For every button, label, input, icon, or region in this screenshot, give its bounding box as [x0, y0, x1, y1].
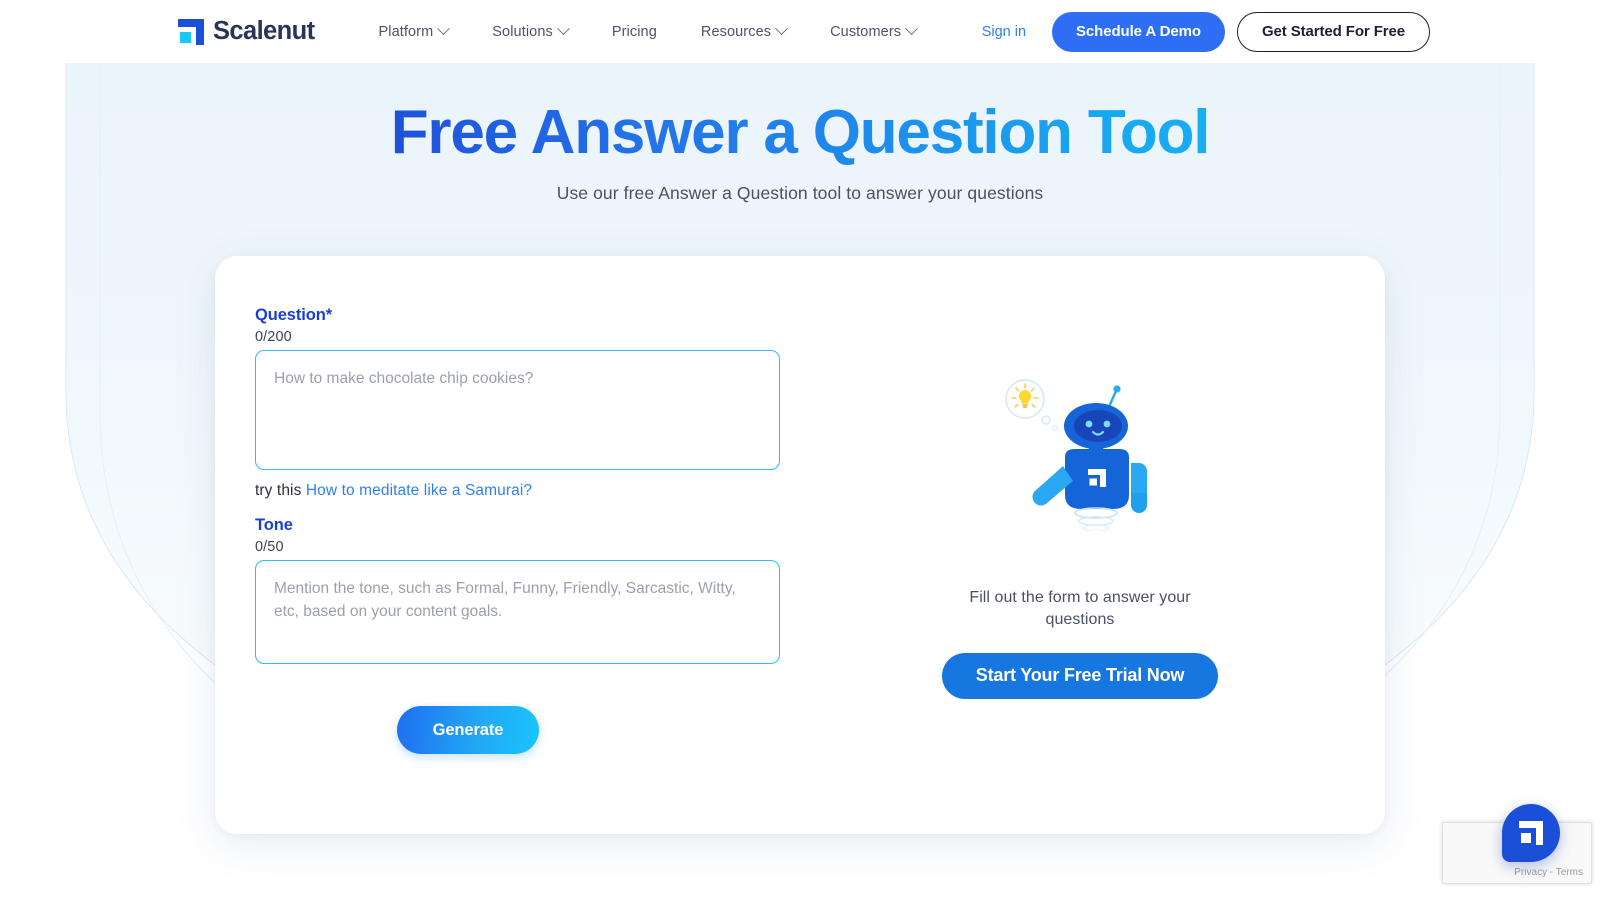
question-counter: 0/200: [255, 329, 292, 345]
nav-item-pricing[interactable]: Pricing: [590, 24, 679, 40]
top-navbar: Scalenut Platform Solutions Pricing Reso…: [0, 0, 1600, 63]
page-root: Scalenut Platform Solutions Pricing Reso…: [0, 0, 1600, 900]
tone-label: Tone: [255, 516, 293, 534]
nav-item-label: Customers: [830, 23, 902, 40]
chat-launcher-icon: [1519, 821, 1543, 845]
chevron-down-icon: [905, 22, 918, 36]
question-field-group: Question* 0/200: [255, 306, 780, 470]
page-title: Free Answer a Question Tool: [0, 99, 1600, 167]
nav-item-customers[interactable]: Customers: [808, 22, 938, 40]
tone-input[interactable]: [255, 560, 780, 664]
try-this-example-link[interactable]: How to meditate like a Samurai?: [306, 482, 532, 499]
nav-item-solutions[interactable]: Solutions: [470, 22, 590, 40]
nav-item-label: Platform: [378, 23, 434, 40]
sign-in-link[interactable]: Sign in: [956, 24, 1052, 40]
form-column: Question* 0/200 try this How to meditate…: [215, 256, 780, 834]
nav-actions: Sign in Schedule A Demo Get Started For …: [956, 11, 1430, 52]
chevron-down-icon: [437, 22, 451, 36]
get-started-button[interactable]: Get Started For Free: [1236, 11, 1430, 52]
schedule-demo-button[interactable]: Schedule A Demo: [1052, 11, 1225, 52]
question-label: Question*: [255, 306, 333, 324]
side-panel: Fill out the form to answer your questio…: [775, 256, 1385, 834]
chevron-down-icon: [556, 22, 570, 36]
nav-links: Platform Solutions Pricing Resources Cus…: [356, 22, 938, 40]
generate-button[interactable]: Generate: [397, 706, 539, 754]
robot-mascot-illustration: [1005, 379, 1147, 532]
tone-field-group: Tone 0/50: [255, 516, 780, 664]
tool-form-card: Question* 0/200 try this How to meditate…: [215, 256, 1385, 834]
try-this-prefix: try this: [255, 482, 302, 499]
start-free-trial-button[interactable]: Start Your Free Trial Now: [941, 652, 1219, 699]
page-subtitle: Use our free Answer a Question tool to a…: [556, 182, 1044, 203]
hero-section: Free Answer a Question Tool Use our free…: [0, 99, 1600, 204]
nav-item-label: Solutions: [492, 23, 553, 40]
side-panel-message: Fill out the form to answer your questio…: [969, 589, 1191, 628]
chat-launcher-button[interactable]: [1502, 804, 1560, 862]
nav-item-resources[interactable]: Resources: [679, 22, 808, 40]
scalenut-logo-icon: [178, 18, 204, 45]
tone-counter: 0/50: [255, 539, 284, 555]
try-this-row: try this How to meditate like a Samurai?: [255, 482, 775, 500]
nav-item-label: Pricing: [611, 23, 657, 40]
nav-item-platform[interactable]: Platform: [356, 22, 470, 40]
scalenut-logo[interactable]: Scalenut: [178, 16, 315, 45]
question-input[interactable]: [255, 350, 780, 470]
chevron-down-icon: [775, 22, 788, 36]
nav-item-label: Resources: [700, 23, 772, 40]
brand-name: Scalenut: [213, 16, 315, 45]
recaptcha-terms-text[interactable]: Privacy - Terms: [1514, 867, 1583, 878]
